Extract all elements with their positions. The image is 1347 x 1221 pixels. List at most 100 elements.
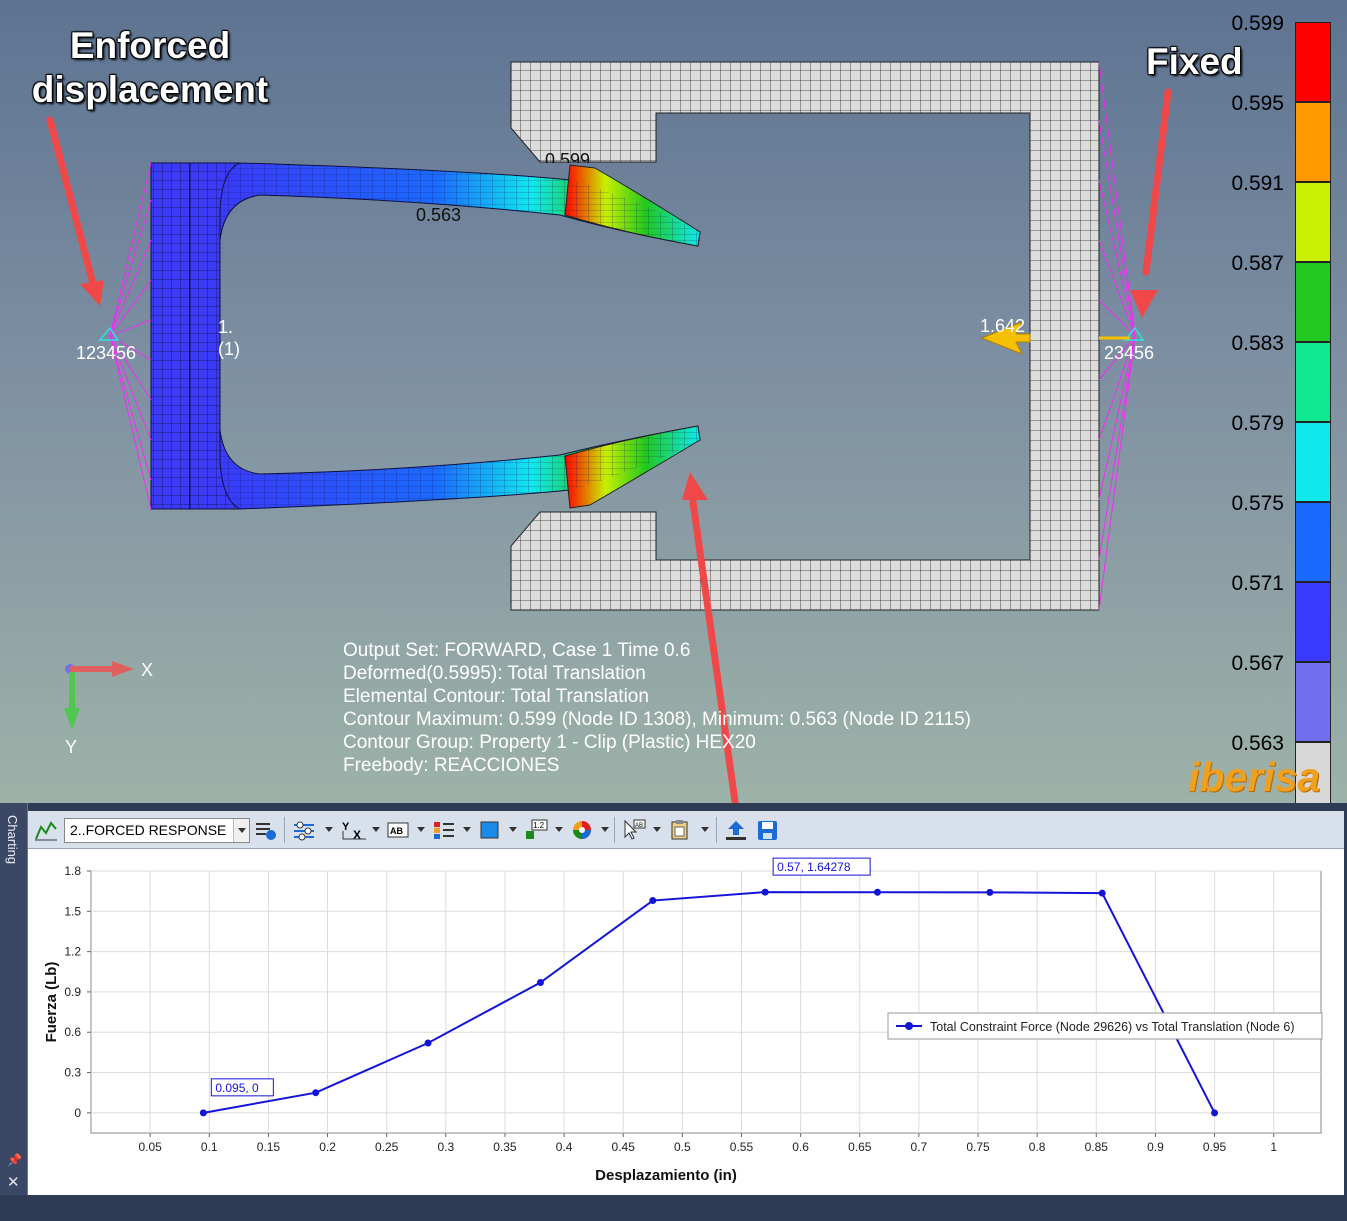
legend-band (1295, 582, 1331, 662)
chart-legend-label: Total Constraint Force (Node 29626) vs T… (930, 1020, 1295, 1034)
x-tick-label: 0.5 (674, 1140, 691, 1154)
fill-color-icon[interactable] (478, 819, 502, 841)
data-point (873, 888, 881, 896)
select-pointer-icon[interactable]: AB (622, 819, 646, 841)
legend-band (1295, 662, 1331, 742)
plot-frame (90, 870, 1322, 1134)
series-options-icon[interactable] (292, 819, 316, 841)
svg-text:1.2: 1.2 (533, 821, 545, 830)
status-strip (0, 1195, 1347, 1221)
info-line: Freebody: REACCIONES (343, 755, 560, 776)
dropdown-icon[interactable] (417, 827, 425, 832)
pin-icon[interactable]: 📌 (7, 1153, 22, 1167)
y-tick-label: 1.5 (64, 904, 81, 918)
x-tick-label: 0.85 (1085, 1140, 1109, 1154)
clipboard-icon[interactable] (668, 819, 692, 841)
x-tick-label: 0.3 (437, 1140, 454, 1154)
dropdown-icon[interactable] (325, 827, 333, 832)
info-line: Contour Maximum: 0.599 (Node ID 1308), M… (343, 709, 971, 730)
x-tick-label: 0.7 (911, 1140, 928, 1154)
dropdown-icon[interactable] (509, 827, 517, 832)
dropdown-icon[interactable] (653, 827, 661, 832)
legend-band (1295, 22, 1331, 102)
info-line: Contour Group: Property 1 - Clip (Plasti… (343, 732, 756, 753)
labels-icon[interactable]: 1.2 (524, 819, 548, 841)
legend-band (1295, 102, 1331, 182)
dropdown-icon[interactable] (372, 827, 380, 832)
dropdown-icon[interactable] (601, 827, 609, 832)
chart-select-value: 2..FORCED RESPONSE (70, 822, 227, 838)
charting-side-tab[interactable]: Charting 📌 ✕ (0, 803, 28, 1195)
chevron-down-icon[interactable] (233, 819, 249, 842)
x-tick-label: 0.35 (493, 1140, 517, 1154)
legend-label: 0.571 (1231, 572, 1284, 595)
export-icon[interactable] (724, 819, 748, 841)
legend-label: 0.591 (1231, 172, 1284, 195)
axes-icon[interactable]: YX (340, 819, 370, 841)
dropdown-icon[interactable] (701, 827, 709, 832)
chart-settings-icon[interactable] (254, 819, 278, 841)
legend-label: 0.599 (1231, 12, 1284, 35)
close-icon[interactable]: ✕ (7, 1173, 20, 1191)
dropdown-icon[interactable] (463, 827, 471, 832)
x-tick-label: 1 (1270, 1140, 1277, 1154)
x-tick-label: 0.4 (556, 1140, 573, 1154)
right-constraint-label: 23456 (1104, 343, 1155, 363)
x-tick-label: 0.05 (138, 1140, 162, 1154)
data-point (1211, 1109, 1219, 1117)
save-icon[interactable] (756, 819, 780, 841)
output-info-block: Output Set: FORWARD, Case 1 Time 0.6 Def… (343, 639, 971, 777)
point-annotation: 0.57, 1.64278 (777, 860, 851, 874)
legend-label: 0.583 (1231, 332, 1284, 355)
x-tick-label: 0.55 (730, 1140, 754, 1154)
y-tick-label: 0 (74, 1106, 81, 1120)
dropdown-icon[interactable] (555, 827, 563, 832)
x-tick-label: 0.8 (1029, 1140, 1046, 1154)
legend-band (1295, 502, 1331, 582)
title-text-icon[interactable]: AB (386, 819, 410, 841)
y-tick-label: 0.3 (64, 1066, 81, 1080)
chart-toolbar: 2..FORCED RESPONSE YX AB 1.2 AB (28, 811, 1344, 849)
charting-panel: Charting 📌 ✕ 2..FORCED RESPONSE YX AB 1.… (0, 803, 1347, 1221)
contour-legend: 0.599 0.595 0.591 0.587 0.583 0.579 0.575 0.571… (1222, 12, 1342, 803)
model-viewport[interactable]: Enforced displacement Fixed 123456 23456… (0, 0, 1347, 803)
data-point (536, 979, 544, 987)
property-label: (1) (218, 339, 240, 359)
info-line: Elemental Contour: Total Translation (343, 686, 649, 707)
chart-icon[interactable] (34, 819, 58, 841)
legend-label: 0.595 (1231, 92, 1284, 115)
legend-label: 0.579 (1231, 412, 1284, 435)
y-tick-label: 0.9 (64, 985, 81, 999)
data-point (312, 1089, 320, 1097)
data-point (761, 888, 769, 896)
legend-label: 0.567 (1231, 652, 1284, 675)
legend-icon[interactable] (432, 819, 456, 841)
minimum-marker-label: 0.563 (416, 205, 462, 225)
element-label: 1. (218, 317, 234, 337)
xy-triad (64, 661, 134, 730)
svg-text:AB: AB (635, 823, 643, 829)
data-point (649, 897, 657, 905)
x-tick-label: 0.25 (375, 1140, 399, 1154)
color-palette-icon[interactable] (570, 819, 594, 841)
legend-band (1295, 342, 1331, 422)
y-axis-title: Fuerza (Lb) (43, 962, 60, 1043)
maximum-marker-label: 0.599 (545, 150, 591, 163)
point-annotation: 0.095, 0 (215, 1081, 259, 1095)
x-tick-label: 0.75 (966, 1140, 990, 1154)
xy-chart[interactable]: 0.05 0.1 0.15 0.2 0.25 0.3 0.35 0.4 0.45 0.5 0.55 0… (28, 849, 1344, 1195)
data-point (1098, 889, 1106, 897)
x-tick-label: 0.45 (612, 1140, 636, 1154)
x-tick-label: 0.95 (1203, 1140, 1227, 1154)
legend-marker (905, 1022, 913, 1030)
info-line: Output Set: FORWARD, Case 1 Time 0.6 (343, 640, 691, 661)
legend-label: 0.563 (1231, 732, 1284, 755)
x-tick-label: 0.1 (201, 1140, 218, 1154)
x-axis-label: X (141, 660, 154, 680)
chart-select[interactable]: 2..FORCED RESPONSE (64, 818, 250, 843)
data-point (424, 1039, 432, 1047)
y-tick-label: 0.6 (64, 1025, 81, 1039)
chart-area[interactable]: 0.05 0.1 0.15 0.2 0.25 0.3 0.35 0.4 0.45 0.5 0.55 0… (28, 849, 1344, 1195)
x-axis-title: Desplazamiento (in) (595, 1167, 737, 1184)
x-tick-label: 0.2 (319, 1140, 336, 1154)
